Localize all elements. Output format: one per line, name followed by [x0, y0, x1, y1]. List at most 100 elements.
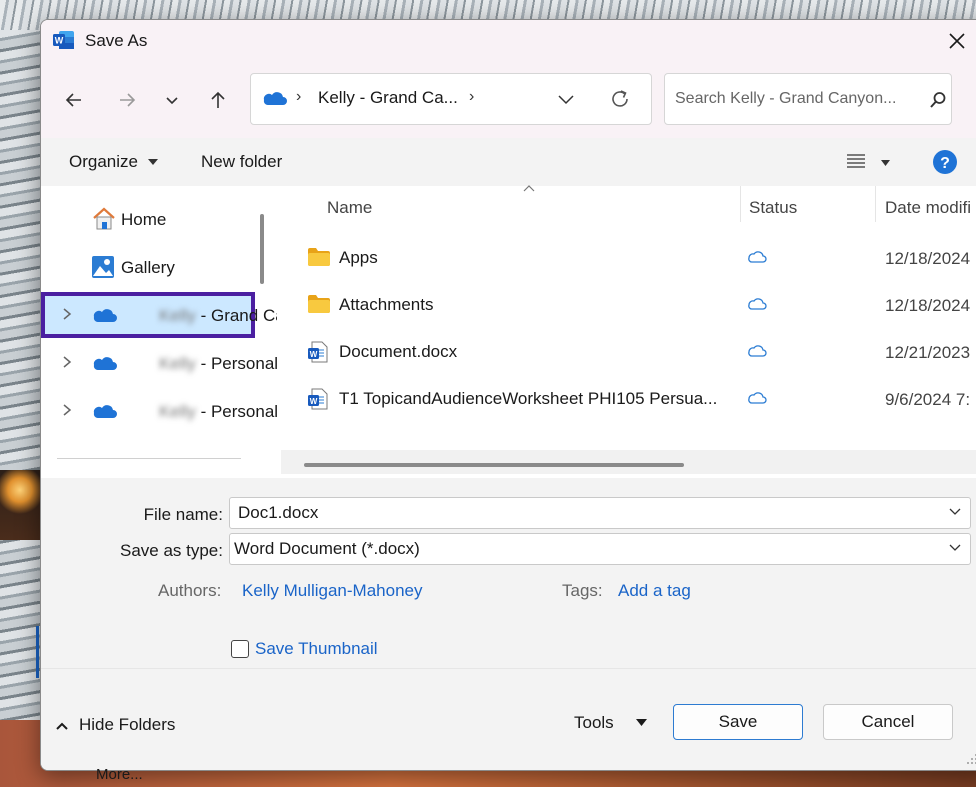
search-box[interactable]: Search Kelly - Grand Canyon...: [664, 73, 952, 125]
hide-folders-label: Hide Folders: [79, 715, 176, 734]
resize-grip-icon[interactable]: [966, 753, 976, 765]
blurred-account-name: Kelly: [159, 402, 196, 421]
sidebar-item-onedrive-personal[interactable]: Kelly - Personal: [41, 340, 278, 386]
file-row-worksheet[interactable]: W T1 TopicandAudienceWorksheet PHI105 Pe…: [277, 376, 976, 422]
save-type-select[interactable]: Word Document (*.docx): [229, 533, 971, 565]
file-date: 12/18/2024: [885, 296, 971, 315]
view-options-icon[interactable]: [847, 153, 865, 169]
svg-text:W: W: [310, 397, 318, 406]
svg-text:W: W: [310, 350, 318, 359]
onedrive-icon: [93, 309, 117, 323]
chevron-down-icon: [166, 97, 178, 105]
file-name: T1 TopicandAudienceWorksheet PHI105 Pers…: [339, 389, 718, 408]
organize-button[interactable]: Organize: [69, 152, 138, 172]
chevron-down-icon[interactable]: [948, 507, 962, 517]
sidebar-item-onedrive-personal-2[interactable]: Kelly - Personal: [41, 388, 278, 434]
chevron-down-icon[interactable]: [948, 543, 962, 553]
nav-pane-scrollbar[interactable]: [260, 214, 264, 284]
column-header-date-modified[interactable]: Date modifi: [876, 186, 976, 222]
chevron-up-icon: [56, 722, 68, 730]
new-folder-button[interactable]: New folder: [201, 152, 282, 172]
chevron-right-icon[interactable]: [61, 403, 73, 417]
cloud-icon: [748, 298, 767, 310]
authors-label: Authors:: [158, 581, 222, 600]
file-name-value[interactable]: Doc1.docx: [238, 503, 318, 523]
add-tag-link[interactable]: Add a tag: [618, 581, 691, 601]
dialog-footer: Hide Folders Tools Save Cancel: [41, 668, 976, 770]
cloud-icon: [748, 251, 767, 263]
chevron-down-icon[interactable]: [556, 89, 576, 109]
back-button[interactable]: [58, 84, 90, 116]
folder-icon: [308, 248, 330, 266]
dialog-title: Save As: [85, 31, 148, 50]
file-date: 9/6/2024 7:: [885, 390, 971, 409]
save-details-panel: File name: Doc1.docx Save as type: Word …: [41, 478, 976, 668]
title-bar: W Save As: [41, 20, 976, 62]
chevron-right-icon[interactable]: [61, 307, 73, 321]
tools-button[interactable]: Tools: [574, 713, 614, 733]
sidebar-item-label: Home: [121, 210, 167, 229]
gallery-icon: [92, 256, 114, 278]
save-type-value[interactable]: Word Document (*.docx): [234, 539, 420, 559]
onedrive-icon: [93, 405, 117, 419]
horizontal-scrollbar-track[interactable]: [281, 450, 976, 474]
caret-down-icon[interactable]: [636, 719, 647, 726]
svg-text:W: W: [55, 36, 64, 46]
more-link[interactable]: More...: [96, 766, 143, 783]
arrow-up-icon: [211, 91, 225, 108]
arrow-right-icon: [120, 93, 136, 107]
file-name-input[interactable]: Doc1.docx: [229, 497, 971, 529]
home-icon: [93, 207, 115, 230]
blurred-account-name: Kelly: [159, 354, 196, 373]
authors-link[interactable]: Kelly Mulligan-Mahoney: [242, 581, 422, 601]
save-thumbnail-checkbox[interactable]: [231, 640, 249, 658]
caret-down-icon[interactable]: [148, 159, 158, 165]
word-document-icon: W: [308, 341, 328, 363]
search-icon: [930, 92, 946, 108]
horizontal-scrollbar-thumb[interactable]: [304, 463, 684, 467]
save-as-dialog: W Save As › Kelly - Grand Ca... › Search…: [40, 19, 976, 771]
forward-button[interactable]: [111, 84, 143, 116]
file-date: 12/21/2023: [885, 343, 971, 362]
close-button[interactable]: [937, 24, 976, 58]
blurred-account-name: Kelly: [159, 306, 196, 325]
cancel-button[interactable]: Cancel: [823, 704, 953, 740]
file-name: Apps: [339, 248, 378, 267]
svg-text:?: ?: [940, 155, 950, 172]
breadcrumb-separator-icon: ›: [296, 88, 302, 105]
cloud-icon: [748, 392, 767, 404]
breadcrumb-separator-icon[interactable]: ›: [469, 88, 474, 106]
column-header-status[interactable]: Status: [741, 186, 876, 222]
close-icon: [949, 33, 965, 49]
navigation-bar: › Kelly - Grand Ca... › Search Kelly - G…: [41, 62, 976, 138]
file-date: 12/18/2024: [885, 249, 971, 268]
folder-icon: [308, 295, 330, 313]
navigation-pane: Home Gallery Kelly - Grand Ca Kelly - Pe…: [41, 186, 285, 478]
up-button[interactable]: [202, 84, 234, 116]
tags-label: Tags:: [562, 581, 603, 600]
sidebar-item-label: Kelly - Personal: [159, 402, 279, 421]
file-name: Document.docx: [339, 342, 458, 361]
sidebar-item-gallery[interactable]: Gallery: [41, 244, 255, 290]
recent-locations-button[interactable]: [156, 84, 188, 116]
sidebar-item-onedrive-grand-canyon[interactable]: Kelly - Grand Ca: [41, 292, 285, 338]
file-name-label: File name:: [143, 505, 223, 524]
refresh-icon[interactable]: [608, 87, 632, 111]
chevron-right-icon[interactable]: [61, 355, 73, 369]
address-bar[interactable]: › Kelly - Grand Ca... ›: [250, 73, 652, 125]
column-header-name[interactable]: Name: [277, 186, 741, 222]
caret-down-icon[interactable]: [881, 160, 890, 166]
help-icon[interactable]: ?: [932, 149, 958, 175]
save-thumbnail-label[interactable]: Save Thumbnail: [255, 639, 378, 659]
breadcrumb-location[interactable]: Kelly - Grand Ca...: [318, 88, 458, 108]
search-input[interactable]: Search Kelly - Grand Canyon...: [675, 90, 896, 108]
file-row-apps[interactable]: Apps 12/18/2024: [277, 235, 976, 281]
sidebar-item-home[interactable]: Home: [41, 196, 255, 242]
save-button[interactable]: Save: [673, 704, 803, 740]
onedrive-icon: [93, 357, 117, 371]
file-row-attachments[interactable]: Attachments 12/18/2024: [277, 282, 976, 328]
file-row-document[interactable]: W Document.docx 12/21/2023: [277, 329, 976, 375]
desktop-wallpaper-lights: [0, 470, 40, 540]
onedrive-icon: [263, 92, 287, 106]
arrow-left-icon: [65, 93, 81, 107]
